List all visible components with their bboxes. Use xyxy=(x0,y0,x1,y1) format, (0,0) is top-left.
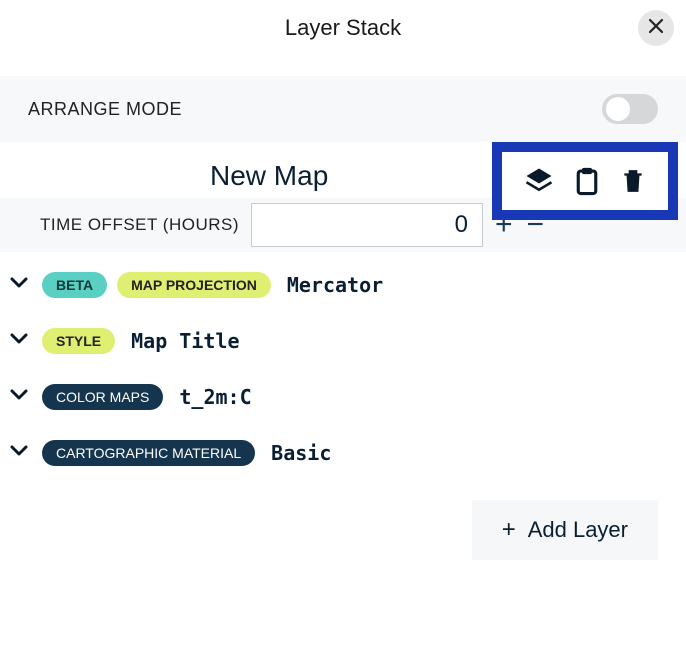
layers-icon[interactable] xyxy=(524,166,554,196)
panel-header: Layer Stack xyxy=(0,0,686,56)
layer-row: BETA MAP PROJECTION Mercator xyxy=(10,272,676,298)
arrange-mode-toggle[interactable] xyxy=(602,94,658,124)
layer-badge[interactable]: MAP PROJECTION xyxy=(117,272,271,298)
arrange-mode-row: ARRANGE MODE xyxy=(0,76,686,142)
map-actions-highlight xyxy=(492,142,678,220)
time-offset-input[interactable]: 0 xyxy=(251,203,483,247)
add-layer-button[interactable]: + Add Layer xyxy=(472,500,658,560)
clipboard-icon[interactable] xyxy=(572,166,602,196)
layer-row: STYLE Map Title xyxy=(10,328,676,354)
layer-badge[interactable]: STYLE xyxy=(42,328,115,354)
layer-row: CARTOGRAPHIC MATERIAL Basic xyxy=(10,440,676,466)
add-layer-label: Add Layer xyxy=(528,517,628,543)
map-title: New Map xyxy=(210,160,328,192)
close-icon xyxy=(648,17,664,40)
toggle-knob xyxy=(606,97,630,121)
layer-value: t_2m:C xyxy=(179,385,251,409)
chevron-down-icon[interactable] xyxy=(10,332,32,350)
layer-badge[interactable]: CARTOGRAPHIC MATERIAL xyxy=(42,440,255,466)
layer-badge[interactable]: BETA xyxy=(42,272,107,298)
map-header: New Map xyxy=(0,142,686,198)
add-layer-wrap: + Add Layer xyxy=(0,466,686,560)
close-button[interactable] xyxy=(638,10,674,46)
chevron-down-icon[interactable] xyxy=(10,388,32,406)
plus-icon: + xyxy=(502,516,516,544)
chevron-down-icon[interactable] xyxy=(10,444,32,462)
time-offset-value: 0 xyxy=(455,211,468,239)
layer-value: Mercator xyxy=(287,273,383,297)
layer-row: COLOR MAPS t_2m:C xyxy=(10,384,676,410)
arrange-mode-label: ARRANGE MODE xyxy=(28,99,182,120)
layer-badge[interactable]: COLOR MAPS xyxy=(42,384,163,410)
layer-value: Map Title xyxy=(131,329,239,353)
panel-title: Layer Stack xyxy=(285,15,401,41)
layer-value: Basic xyxy=(271,441,331,465)
time-offset-label: TIME OFFSET (HOURS) xyxy=(40,215,239,235)
trash-icon[interactable] xyxy=(620,166,646,196)
layers-list: BETA MAP PROJECTION Mercator STYLE Map Title… xyxy=(0,252,686,466)
chevron-down-icon[interactable] xyxy=(10,276,32,294)
